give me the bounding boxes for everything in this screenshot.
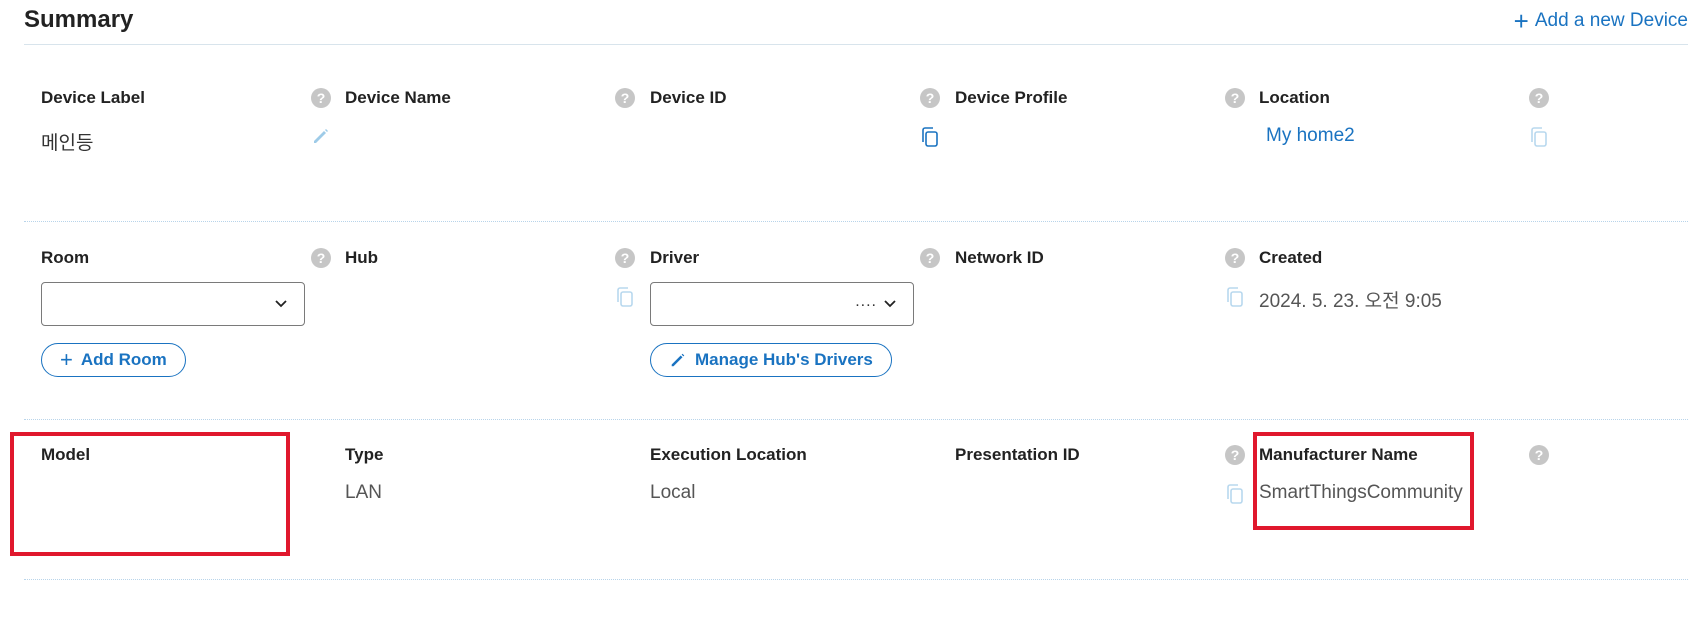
- pencil-icon[interactable]: [311, 126, 331, 146]
- help-icon[interactable]: ?: [615, 88, 635, 108]
- row-divider: [24, 419, 1688, 420]
- hub-label: Hub: [345, 248, 379, 267]
- help-icon[interactable]: ?: [311, 88, 331, 108]
- manage-hub-drivers-label: Manage Hub's Drivers: [695, 350, 873, 369]
- row-divider: [24, 579, 1688, 580]
- help-icon[interactable]: ?: [920, 88, 940, 108]
- created-label: Created: [1259, 248, 1323, 267]
- room-label: Room: [41, 248, 90, 267]
- add-room-button[interactable]: + Add Room: [41, 343, 186, 377]
- network-id-label: Network ID: [955, 248, 1044, 267]
- help-icon[interactable]: ?: [615, 248, 635, 268]
- help-icon[interactable]: ?: [1225, 248, 1245, 268]
- driver-cell: Driver ? .... Manage Hub's Drivers: [650, 248, 940, 378]
- plus-icon: +: [60, 347, 73, 372]
- room-select[interactable]: [41, 282, 305, 326]
- driver-select-value: ....: [855, 293, 877, 310]
- plus-icon: +: [1513, 5, 1529, 36]
- device-label-value: 메인등: [41, 133, 94, 154]
- type-label: Type: [345, 445, 384, 464]
- device-label-label: Device Label: [41, 88, 145, 107]
- highlight-box-model: [10, 432, 290, 556]
- help-icon[interactable]: ?: [311, 248, 331, 268]
- highlight-box-manufacturer: [1253, 432, 1474, 530]
- help-icon[interactable]: ?: [920, 248, 940, 268]
- add-device-label: Add a new Device: [1534, 10, 1688, 31]
- add-room-label: Add Room: [80, 350, 167, 369]
- device-id-label: Device ID: [650, 88, 727, 107]
- pencil-icon: [671, 353, 685, 367]
- execution-location-label: Execution Location: [650, 445, 807, 464]
- created-value: 2024. 5. 23. 오전 9:05: [1259, 291, 1442, 312]
- copy-icon[interactable]: [920, 126, 940, 148]
- copy-icon[interactable]: [1529, 126, 1549, 148]
- page-title: Summary: [24, 6, 134, 33]
- presentation-id-label: Presentation ID: [955, 445, 1080, 464]
- help-icon[interactable]: ?: [1529, 445, 1549, 465]
- device-name-label: Device Name: [345, 88, 451, 107]
- add-device-link[interactable]: + Add a new Device: [1513, 5, 1688, 36]
- driver-select[interactable]: ....: [650, 282, 914, 326]
- chevron-down-icon: [884, 300, 896, 308]
- location-label: Location: [1259, 88, 1330, 107]
- copy-icon[interactable]: [1225, 483, 1245, 505]
- chevron-down-icon: [275, 300, 287, 308]
- copy-icon[interactable]: [615, 286, 635, 308]
- row-divider: [24, 221, 1688, 222]
- help-icon[interactable]: ?: [1529, 88, 1549, 108]
- location-link[interactable]: My home2: [1266, 125, 1355, 147]
- execution-location-value: Local: [650, 482, 696, 503]
- driver-label: Driver: [650, 248, 700, 267]
- help-icon[interactable]: ?: [1225, 445, 1245, 465]
- manage-hub-drivers-button[interactable]: Manage Hub's Drivers: [650, 343, 892, 377]
- device-profile-label: Device Profile: [955, 88, 1068, 107]
- type-value: LAN: [345, 482, 382, 503]
- room-cell: Room ? + Add Room: [41, 248, 331, 378]
- help-icon[interactable]: ?: [1225, 88, 1245, 108]
- copy-icon[interactable]: [1225, 286, 1245, 308]
- summary-header: Summary + Add a new Device: [24, 0, 1688, 45]
